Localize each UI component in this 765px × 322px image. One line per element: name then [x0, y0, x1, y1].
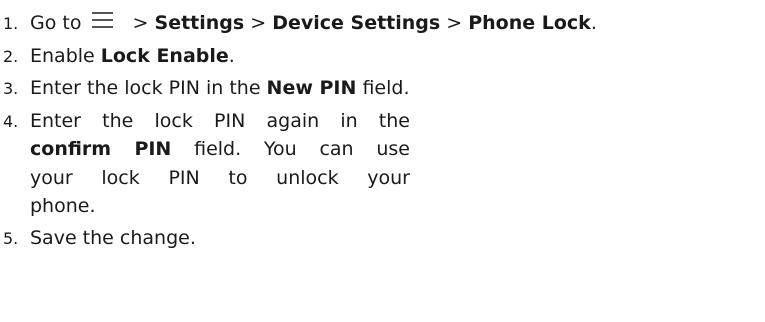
- step-number: 4.: [3, 111, 19, 131]
- step-number: 1.: [3, 14, 19, 33]
- step-line: confirm PIN field. You can use: [30, 135, 410, 164]
- step-number: 5.: [3, 228, 19, 248]
- step-text: Save the change.: [30, 226, 196, 249]
- step-text: Enter the lock PIN in the New PIN field.: [30, 74, 409, 103]
- step-3: 3. Enter the lock PIN in the New PIN fie…: [0, 74, 765, 104]
- step-line-rest: field. You can use: [171, 138, 410, 160]
- option-lock-enable: Lock Enable: [100, 44, 229, 67]
- step-suffix: field.: [356, 77, 410, 99]
- step-4: 4. Enter the lock PIN again in the confi…: [0, 107, 765, 221]
- step-line: phone.: [30, 195, 96, 217]
- step-2: 2. Enable Lock Enable.: [0, 42, 765, 72]
- step-text: Enter the lock PIN again in the confirm …: [30, 107, 410, 221]
- step-prefix: Enable: [30, 44, 101, 67]
- step-line: your lock PIN to unlock your: [30, 166, 410, 189]
- step-prefix: Go to: [30, 12, 82, 34]
- field-confirm-pin: confirm PIN: [30, 138, 172, 160]
- menu-path-phone-lock: Phone Lock: [468, 12, 591, 34]
- step-1: 1. Go to > Settings > Device Settings > …: [0, 9, 765, 39]
- hamburger-menu-icon: [91, 12, 113, 30]
- separator: >: [244, 12, 273, 34]
- menu-path-settings: Settings: [154, 12, 245, 34]
- separator: >: [440, 12, 469, 34]
- step-text: Enable Lock Enable.: [30, 42, 235, 71]
- step-number: 3.: [3, 79, 19, 98]
- step-end: .: [590, 12, 597, 34]
- separator: >: [126, 12, 155, 34]
- instruction-steps: 1. Go to > Settings > Device Settings > …: [0, 0, 765, 253]
- step-text: Go to > Settings > Device Settings > Pho…: [30, 9, 597, 38]
- field-new-pin: New PIN: [266, 77, 357, 99]
- step-number: 2.: [3, 46, 19, 66]
- step-suffix: .: [228, 44, 235, 67]
- step-prefix: Enter the lock PIN in the: [30, 77, 267, 99]
- step-line: Enter the lock PIN again in the: [30, 109, 410, 132]
- step-5: 5. Save the change.: [0, 224, 765, 254]
- menu-path-device-settings: Device Settings: [272, 12, 441, 34]
